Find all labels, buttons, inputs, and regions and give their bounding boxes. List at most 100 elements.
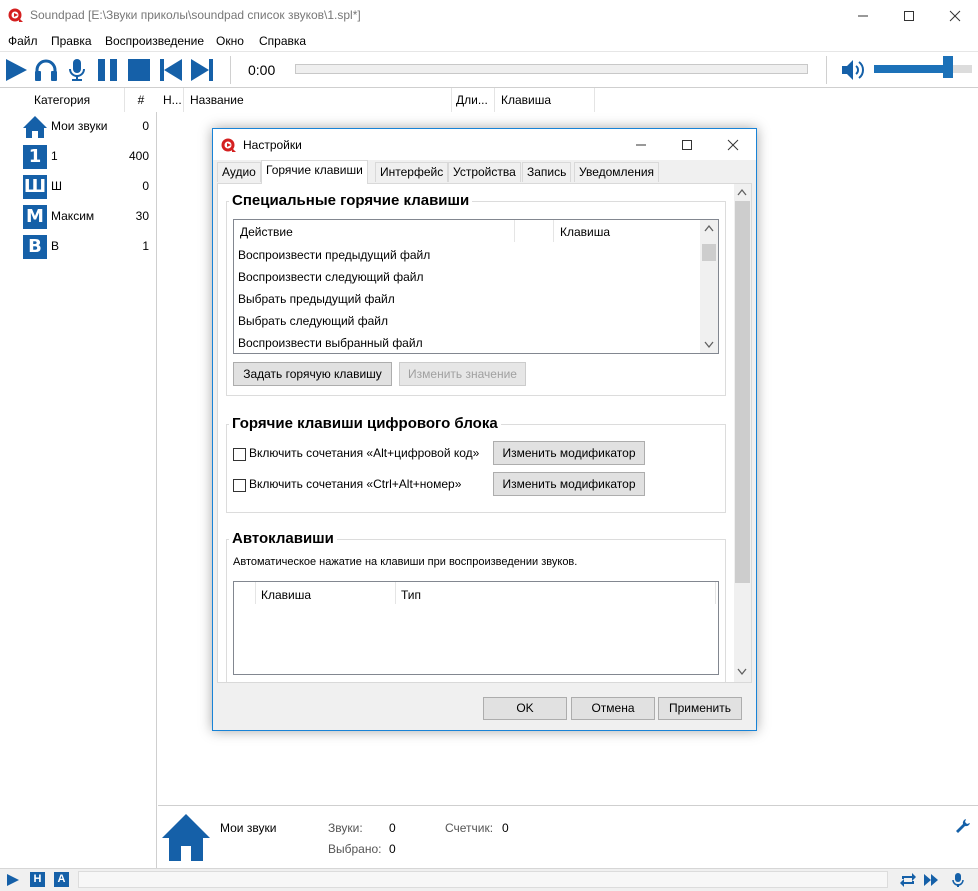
- ok-button[interactable]: OK: [483, 697, 567, 720]
- badge-a[interactable]: А: [54, 872, 69, 887]
- count-column-header[interactable]: #: [125, 88, 157, 112]
- category-badge: 1: [23, 145, 47, 169]
- minimize-icon: [858, 15, 868, 16]
- page-scroll-thumb[interactable]: [735, 201, 750, 583]
- chevron-down-icon[interactable]: [737, 668, 747, 676]
- list-item[interactable]: Воспроизвести выбранный файл: [238, 336, 423, 350]
- chevron-down-icon[interactable]: [704, 341, 714, 349]
- duration-column-header[interactable]: Дли...: [452, 88, 495, 112]
- category-column-header[interactable]: Категория: [0, 88, 125, 112]
- minimize-button[interactable]: [840, 0, 886, 31]
- category-item[interactable]: М Максим 30: [0, 202, 157, 232]
- tab-interface[interactable]: Интерфейс: [375, 162, 449, 182]
- list-item[interactable]: Воспроизвести предыдущий файл: [238, 248, 430, 262]
- next-icon[interactable]: [190, 58, 214, 82]
- hotkey-column-header[interactable]: Клавиша: [495, 88, 595, 112]
- pause-icon[interactable]: [96, 58, 120, 82]
- menu-edit[interactable]: Правка: [51, 34, 92, 48]
- menu-window[interactable]: Окно: [216, 34, 244, 48]
- play-icon[interactable]: [4, 58, 28, 82]
- dialog-close-button[interactable]: [710, 129, 756, 160]
- special-hotkeys-header: Действие Клавиша: [234, 220, 699, 242]
- settings-dialog: Настройки Аудио Горячие клавиши Интерфей…: [212, 128, 757, 731]
- change-modifier-button-2[interactable]: Изменить модификатор: [493, 472, 645, 496]
- change-value-button[interactable]: Изменить значение: [399, 362, 526, 386]
- autokeys-description: Автоматическое нажатие на клавиши при во…: [233, 556, 578, 568]
- autokey-key-column-header[interactable]: Клавиша: [261, 588, 311, 602]
- selected-label: Выбрано:: [328, 842, 382, 856]
- stop-icon[interactable]: [127, 58, 151, 82]
- tab-hotkeys[interactable]: Горячие клавиши: [261, 160, 368, 184]
- list-item[interactable]: Выбрать предыдущий файл: [238, 292, 395, 306]
- tab-audio[interactable]: Аудио: [217, 162, 261, 182]
- maximize-button[interactable]: [886, 0, 932, 31]
- change-modifier-button-1[interactable]: Изменить модификатор: [493, 441, 645, 465]
- category-item[interactable]: ШШ 0: [0, 172, 157, 202]
- menu-playback[interactable]: Воспроизведение: [105, 34, 204, 48]
- fast-forward-icon[interactable]: [923, 872, 939, 888]
- list-item[interactable]: Воспроизвести следующий файл: [238, 270, 423, 284]
- play-small-icon[interactable]: [6, 873, 20, 887]
- maximize-icon: [904, 10, 914, 21]
- soundpad-logo-icon: [221, 138, 236, 152]
- autokey-type-column-header[interactable]: Тип: [401, 588, 421, 602]
- autokeys-title: Автоклавиши: [229, 530, 337, 547]
- list-item[interactable]: Выбрать следующий файл: [238, 314, 388, 328]
- home-icon: [23, 116, 47, 138]
- name-column-header[interactable]: Название: [184, 88, 452, 112]
- microphone-small-icon[interactable]: [950, 872, 966, 888]
- menu-help[interactable]: Справка: [259, 34, 306, 48]
- microphone-icon[interactable]: [65, 58, 89, 82]
- volume-icon[interactable]: [841, 58, 865, 82]
- chevron-up-icon[interactable]: [737, 188, 747, 196]
- window-title: Soundpad [E:\Звуки приколы\soundpad спис…: [30, 8, 361, 22]
- volume-slider[interactable]: [874, 65, 972, 73]
- hotkeys-tab-page: Специальные горячие клавиши Действие Кла…: [217, 183, 752, 683]
- ctrl-alt-label: Включить сочетания «Ctrl+Alt+номер»: [249, 477, 462, 491]
- category-item[interactable]: ВВ 1: [0, 232, 157, 262]
- tab-devices[interactable]: Устройства: [448, 162, 521, 182]
- volume-thumb[interactable]: [942, 56, 953, 78]
- key-column-header[interactable]: Клавиша: [560, 225, 610, 239]
- number-column-header[interactable]: Н...: [158, 88, 184, 112]
- seek-bar[interactable]: [295, 64, 808, 74]
- action-column-header[interactable]: Действие: [240, 225, 293, 239]
- column-divider: [395, 582, 396, 604]
- column-divider: [715, 582, 716, 604]
- info-panel: Мои звуки Звуки: 0 Выбрано: 0 Счетчик: 0: [158, 805, 978, 868]
- ctrl-alt-checkbox[interactable]: [233, 479, 246, 492]
- tab-notifications[interactable]: Уведомления: [574, 162, 660, 182]
- set-hotkey-button[interactable]: Задать горячую клавишу: [233, 362, 392, 386]
- close-button[interactable]: [932, 0, 978, 31]
- category-item[interactable]: Мои звуки 0: [0, 112, 157, 142]
- wrench-icon[interactable]: [955, 818, 971, 834]
- toolbar-separator: [826, 56, 827, 84]
- alt-code-label: Включить сочетания «Alt+цифровой код»: [249, 446, 480, 460]
- tab-recording[interactable]: Запись: [522, 162, 572, 182]
- headphones-icon[interactable]: [34, 58, 58, 82]
- category-pane: Категория # Мои звуки 0 1 1 400 Ш Ш 0 М Максим 30 В…: [0, 88, 157, 868]
- autokeys-list[interactable]: Клавиша Тип: [233, 581, 719, 675]
- category-label: 1: [51, 149, 58, 163]
- list-scrollbar[interactable]: [700, 220, 718, 353]
- cancel-button[interactable]: Отмена: [571, 697, 655, 720]
- info-category-name: Мои звуки: [220, 821, 277, 835]
- time-display: 0:00: [248, 62, 276, 78]
- dialog-minimize-button[interactable]: [618, 129, 664, 160]
- category-item[interactable]: 1 1 400: [0, 142, 157, 172]
- previous-icon[interactable]: [159, 58, 183, 82]
- numpad-hotkeys-group: [226, 424, 726, 513]
- apply-button[interactable]: Применить: [658, 697, 742, 720]
- dialog-maximize-button[interactable]: [664, 129, 710, 160]
- special-hotkeys-list[interactable]: Действие Клавиша Воспроизвести предыдущи…: [233, 219, 719, 354]
- category-count: 1: [142, 239, 149, 253]
- alt-code-checkbox[interactable]: [233, 448, 246, 461]
- badge-n[interactable]: Н: [30, 872, 45, 887]
- scroll-thumb[interactable]: [702, 244, 716, 261]
- chevron-up-icon[interactable]: [704, 224, 714, 232]
- repeat-icon[interactable]: [899, 872, 917, 888]
- page-scrollbar[interactable]: [734, 184, 751, 682]
- maximize-icon: [682, 139, 692, 150]
- soundpad-logo-icon: [8, 8, 23, 22]
- menu-file[interactable]: Файл: [8, 34, 38, 48]
